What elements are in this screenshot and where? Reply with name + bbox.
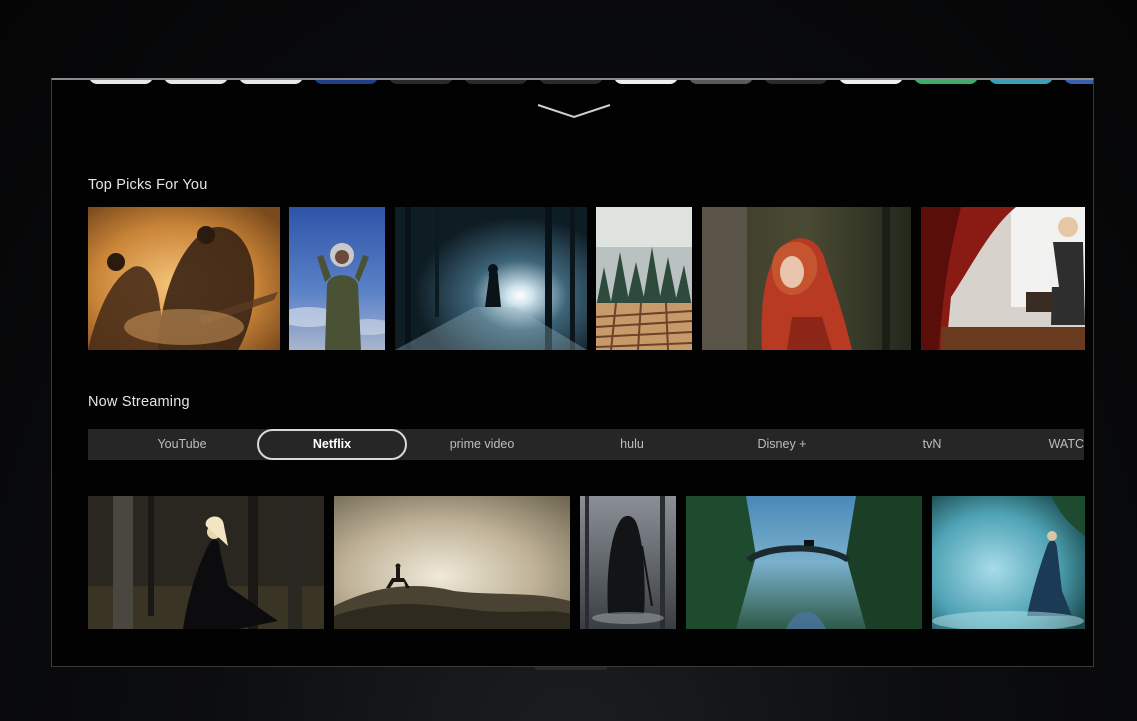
thumbnail-mist-lady[interactable] (932, 496, 1085, 629)
tab-watcha[interactable]: WATC (1007, 429, 1084, 460)
app-tile[interactable] (1064, 80, 1093, 84)
thumbnail-bridge-valley[interactable] (686, 496, 922, 629)
app-tile[interactable] (539, 80, 603, 84)
thumbnail-red-hood-girl[interactable] (702, 207, 911, 350)
thumbnail-hooded-reaper[interactable] (580, 496, 676, 629)
app-tile[interactable] (764, 80, 828, 84)
tab-tvn[interactable]: tvN (857, 429, 1007, 460)
tab-prime-video[interactable]: prime video (407, 429, 557, 460)
thumbnail-rider-on-dunes[interactable] (334, 496, 570, 629)
app-tile[interactable] (689, 80, 753, 84)
tab-youtube[interactable]: YouTube (107, 429, 257, 460)
app-tile[interactable] (839, 80, 903, 84)
app-tile[interactable] (239, 80, 303, 84)
app-tile[interactable] (314, 80, 378, 84)
app-tile[interactable] (389, 80, 453, 84)
app-launcher-row (52, 80, 1093, 86)
streaming-service-tabs: YouTube Netflix prime video hulu Disney … (88, 429, 1084, 460)
app-tile[interactable] (914, 80, 978, 84)
app-tile[interactable] (989, 80, 1053, 84)
thumbnail-girl-reading-window[interactable] (921, 207, 1085, 350)
tab-disney-plus[interactable]: Disney + (707, 429, 857, 460)
thumbnail-astronaut-girl[interactable] (289, 207, 385, 350)
chevron-down-icon[interactable] (536, 102, 612, 120)
app-tile[interactable] (614, 80, 678, 84)
section-title-top-picks: Top Picks For You (88, 177, 208, 193)
tab-netflix[interactable]: Netflix (257, 429, 407, 460)
section-title-now-streaming: Now Streaming (88, 394, 190, 410)
thumbnail-foggy-forest-figure[interactable] (395, 207, 587, 350)
app-tile[interactable] (464, 80, 528, 84)
thumbnail-pine-maze[interactable] (596, 207, 692, 350)
app-tile[interactable] (164, 80, 228, 84)
thumbnail-desert-aviators[interactable] (88, 207, 280, 350)
app-tile[interactable] (89, 80, 153, 84)
thumbnail-dark-forest-dancer[interactable] (88, 496, 324, 629)
tv-stand (535, 667, 607, 670)
tab-hulu[interactable]: hulu (557, 429, 707, 460)
tv-screen: Top Picks For You Now Streaming YouTube … (51, 78, 1094, 667)
